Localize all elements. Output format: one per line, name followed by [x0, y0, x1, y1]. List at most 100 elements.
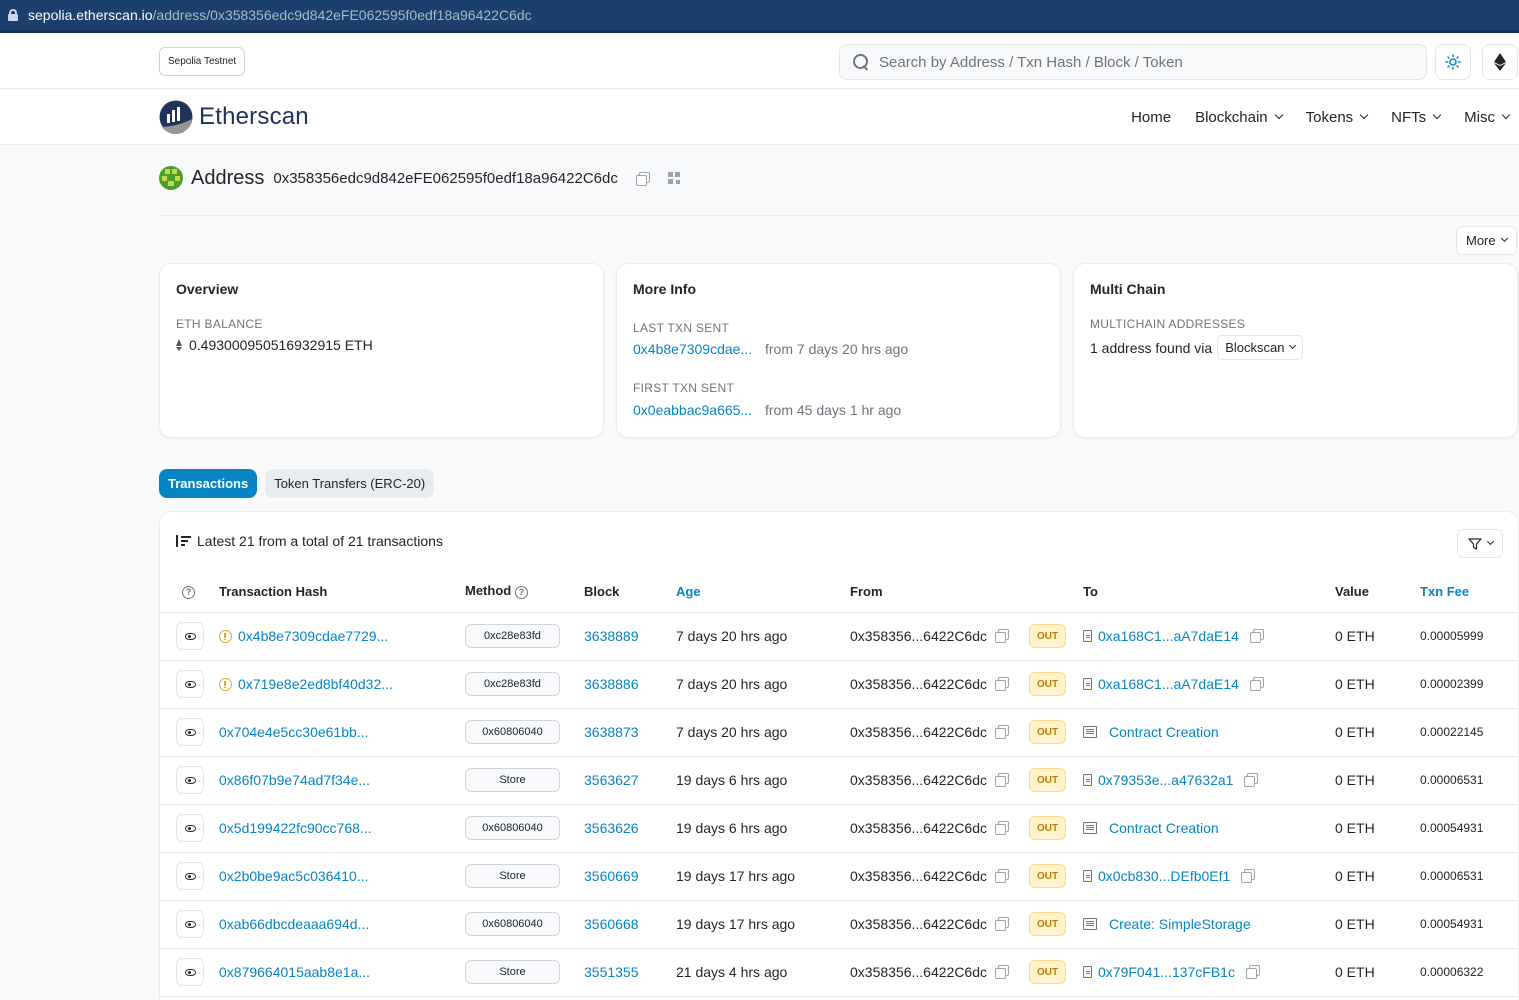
nav-nfts[interactable]: NFTs [1391, 108, 1442, 126]
tx-hash-link[interactable]: 0x5d199422fc90cc768... [219, 820, 372, 836]
fee-cell: 0.00006531 [1420, 852, 1518, 901]
from-address[interactable]: 0x358356...6422C6dc [850, 916, 987, 932]
method-cell: 0x60806040 [465, 900, 584, 949]
tx-hash-link[interactable]: 0x879664015aab8e1a... [219, 964, 370, 980]
block-link[interactable]: 3560669 [584, 868, 639, 884]
first-txn-row: 0x0eabbac9a665... from 45 days 1 hr ago [633, 402, 901, 418]
copy-icon[interactable] [635, 171, 650, 186]
copy-icon[interactable] [995, 773, 1009, 787]
more-dropdown-button[interactable]: More [1456, 226, 1517, 255]
copy-icon[interactable] [1245, 965, 1260, 979]
from-address[interactable]: 0x358356...6422C6dc [850, 868, 987, 884]
ethereum-icon [176, 339, 183, 351]
to-link[interactable]: Contract Creation [1109, 820, 1219, 836]
transactions-card: Latest 21 from a total of 21 transaction… [159, 511, 1519, 1000]
nav-home[interactable]: Home [1131, 109, 1171, 126]
etherscan-logo[interactable]: Etherscan [159, 100, 309, 134]
method-badge: 0x60806040 [465, 816, 560, 840]
copy-icon[interactable] [995, 821, 1009, 835]
last-txn-link[interactable]: 0x4b8e7309cdae... [633, 341, 765, 357]
from-cell: 0x358356...6422C6dc [850, 660, 1029, 709]
value-cell: 0 ETH [1335, 756, 1420, 805]
to-link[interactable]: 0xa168C1...aA7daE14 [1098, 676, 1239, 692]
row-preview-cell [160, 804, 219, 853]
direction-cell: OUT [1029, 852, 1083, 901]
block-cell: 3563627 [584, 756, 676, 805]
copy-icon[interactable] [995, 965, 1009, 979]
nav-blockchain[interactable]: Blockchain [1195, 108, 1283, 126]
block-cell: 3638889 [584, 612, 676, 661]
to-link[interactable]: Create: SimpleStorage [1109, 916, 1251, 932]
direction-badge: OUT [1029, 768, 1066, 792]
eth-balance-amount: 0.493000950516932915 ETH [189, 337, 373, 353]
copy-icon[interactable] [1249, 677, 1264, 691]
copy-icon[interactable] [995, 725, 1009, 739]
first-txn-link[interactable]: 0x0eabbac9a665... [633, 402, 765, 418]
block-link[interactable]: 3638889 [584, 628, 639, 644]
tab-transactions[interactable]: Transactions [159, 469, 258, 498]
preview-button[interactable] [176, 910, 204, 938]
question-icon[interactable]: ? [514, 586, 528, 600]
from-address[interactable]: 0x358356...6422C6dc [850, 964, 987, 980]
header-block: Block [584, 571, 676, 613]
copy-icon[interactable] [995, 677, 1009, 691]
from-address[interactable]: 0x358356...6422C6dc [850, 676, 987, 692]
network-badge[interactable]: Sepolia Testnet [159, 47, 246, 76]
copy-icon[interactable] [1241, 869, 1256, 883]
preview-button[interactable] [176, 958, 204, 986]
block-link[interactable]: 3563627 [584, 772, 639, 788]
tx-hash-link[interactable]: 0x86f07b9e74ad7f34e... [219, 772, 370, 788]
header-method-label: Method [465, 583, 512, 599]
copy-icon[interactable] [1249, 629, 1264, 643]
fee-cell: 0.00022145 [1420, 708, 1518, 757]
tx-hash-link[interactable]: 0x704e4e5cc30e61bb... [219, 724, 368, 740]
block-link[interactable]: 3638886 [584, 676, 639, 692]
block-link[interactable]: 3638873 [584, 724, 639, 740]
qr-code-icon[interactable] [667, 171, 681, 185]
tx-hash-link[interactable]: 0x2b0be9ac5c036410... [219, 868, 368, 884]
nav-misc[interactable]: Misc [1464, 109, 1511, 126]
header-help[interactable]: ? [160, 571, 219, 613]
brand-name: Etherscan [199, 103, 309, 130]
search-input[interactable]: Search by Address / Txn Hash / Block / T… [839, 44, 1427, 80]
nav-blockchain-label: Blockchain [1195, 108, 1268, 126]
copy-icon[interactable] [1244, 773, 1259, 787]
header-fee[interactable]: Txn Fee [1420, 571, 1518, 613]
nav-nfts-label: NFTs [1391, 108, 1427, 126]
direction-cell: OUT [1029, 948, 1083, 997]
copy-icon[interactable] [995, 917, 1009, 931]
copy-icon[interactable] [995, 629, 1009, 643]
block-link[interactable]: 3560668 [584, 916, 639, 932]
to-cell: 0x79353e...a47632a1 [1083, 756, 1335, 805]
tx-hash-link[interactable]: 0xab66dbcdeaaa694d... [219, 916, 369, 932]
preview-button[interactable] [176, 718, 204, 746]
preview-button[interactable] [176, 814, 204, 842]
theme-toggle-button[interactable] [1435, 44, 1471, 80]
browser-address-bar[interactable]: sepolia.etherscan.io/address/0x358356edc… [0, 0, 1519, 33]
to-link[interactable]: 0x79F041...137cFB1c [1098, 964, 1235, 980]
to-link[interactable]: 0xa168C1...aA7daE14 [1098, 628, 1239, 644]
preview-button[interactable] [176, 622, 204, 650]
preview-button[interactable] [176, 766, 204, 794]
block-link[interactable]: 3551355 [584, 964, 639, 980]
block-link[interactable]: 3563626 [584, 820, 639, 836]
nav-tokens[interactable]: Tokens [1306, 109, 1369, 126]
to-link[interactable]: 0x0cb830...DEfb0Ef1 [1098, 868, 1230, 884]
preview-button[interactable] [176, 670, 204, 698]
tx-hash-link[interactable]: 0x719e8e2ed8bf40d32... [238, 676, 393, 692]
to-link[interactable]: Contract Creation [1109, 724, 1219, 740]
network-switch-button[interactable] [1482, 44, 1518, 80]
header-age[interactable]: Age [676, 571, 850, 613]
from-address[interactable]: 0x358356...6422C6dc [850, 772, 987, 788]
copy-icon[interactable] [995, 869, 1009, 883]
from-address[interactable]: 0x358356...6422C6dc [850, 820, 987, 836]
to-link[interactable]: 0x79353e...a47632a1 [1098, 772, 1233, 788]
from-address[interactable]: 0x358356...6422C6dc [850, 628, 987, 644]
from-address[interactable]: 0x358356...6422C6dc [850, 724, 987, 740]
tx-hash-link[interactable]: 0x4b8e7309cdae7729... [238, 628, 388, 644]
direction-badge: OUT [1029, 624, 1066, 648]
preview-button[interactable] [176, 862, 204, 890]
filter-button[interactable] [1457, 529, 1503, 558]
tab-token-transfers[interactable]: Token Transfers (ERC-20) [265, 469, 435, 498]
blockscan-dropdown[interactable]: Blockscan [1217, 335, 1304, 360]
